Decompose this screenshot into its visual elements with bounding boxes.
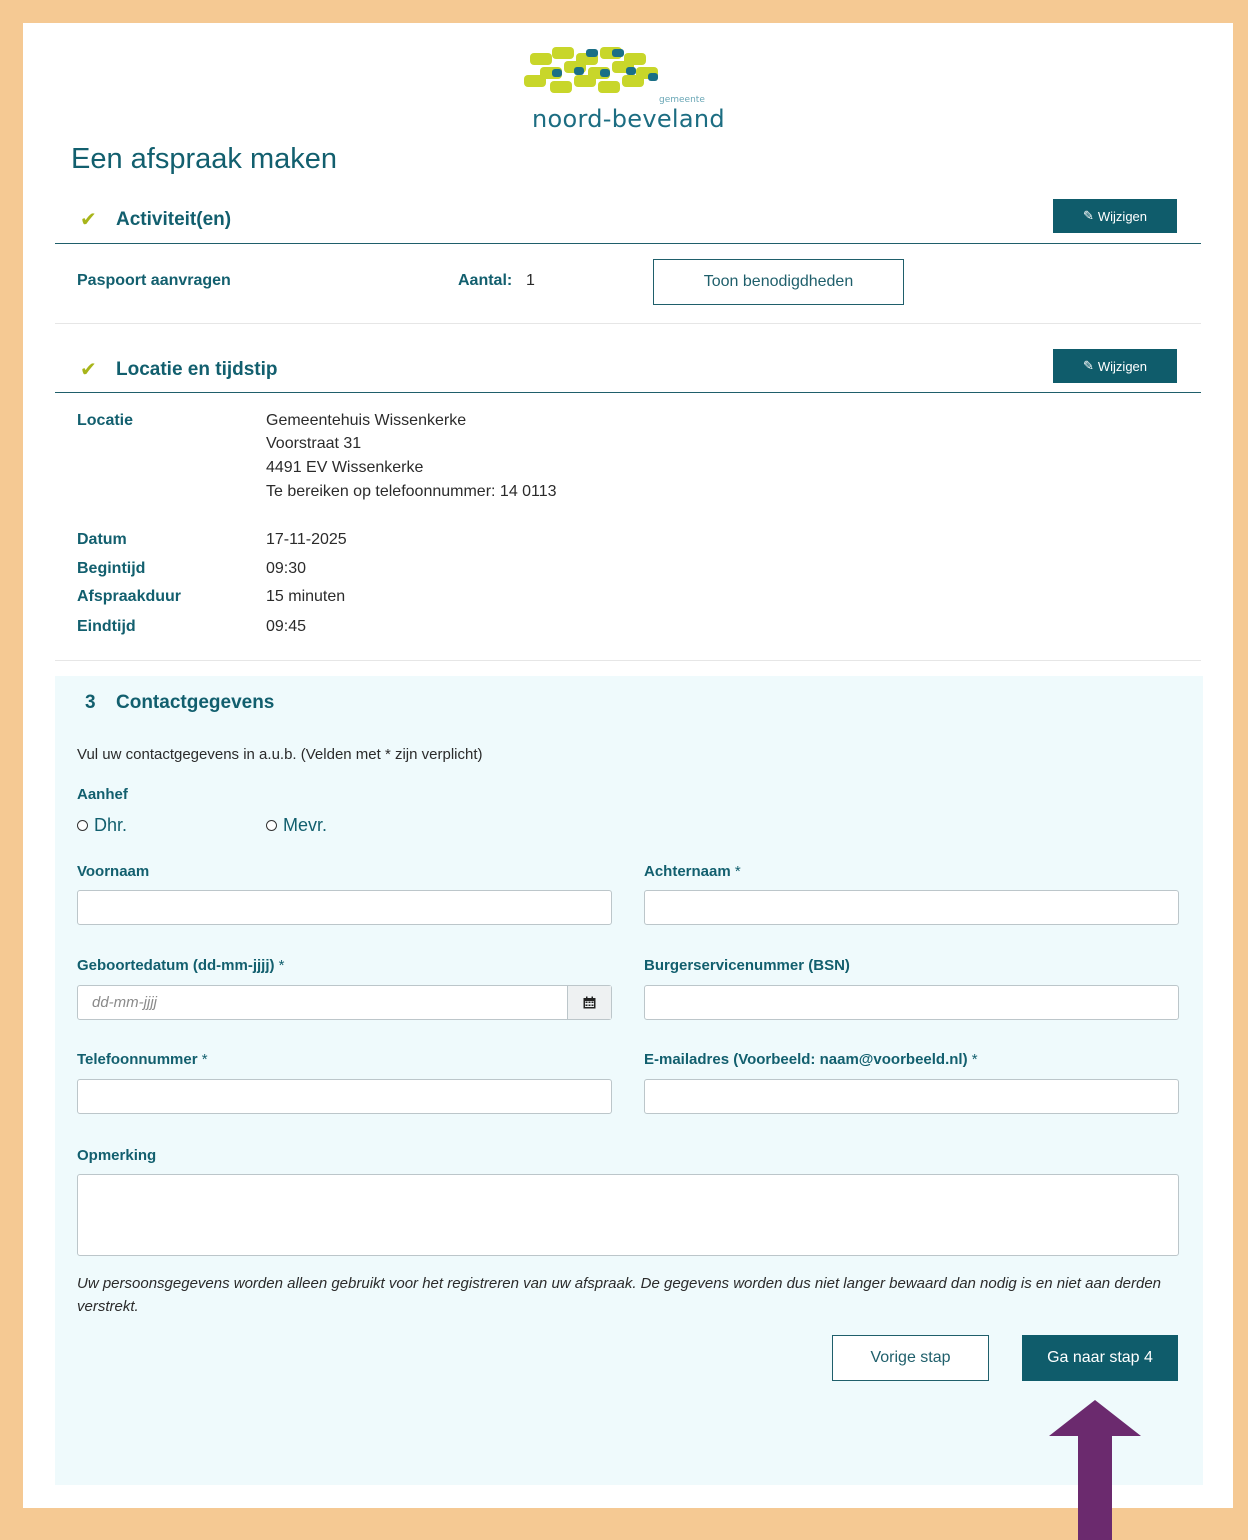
edit-activities-button[interactable]: ✎ Wijzigen [1053, 199, 1177, 233]
radio-icon[interactable] [266, 820, 277, 831]
required-marker: * [274, 957, 285, 974]
pointer-arrow-icon [1049, 1400, 1141, 1540]
remark-textarea[interactable] [78, 1175, 1178, 1255]
phone-input[interactable] [78, 1080, 611, 1113]
first-name-field[interactable] [77, 890, 612, 925]
pencil-icon: ✎ [1082, 358, 1094, 373]
municipality-logo: gemeente noord-beveland [516, 45, 741, 137]
edit-activities-label: Wijzigen [1097, 208, 1148, 224]
logo-small-text: gemeente [659, 95, 705, 105]
edit-location-label: Wijzigen [1097, 358, 1148, 374]
next-step-button[interactable]: Ga naar stap 4 [1022, 1335, 1178, 1381]
last-name-label-text: Achternaam [644, 863, 731, 880]
first-name-input[interactable] [78, 891, 611, 924]
birthdate-input[interactable] [78, 986, 568, 1019]
activities-title: Activiteit(en) [116, 209, 232, 230]
birthdate-label: Geboortedatum (dd-mm-jjjj) * [77, 957, 285, 974]
quantity-value: 1 [526, 272, 535, 289]
logo-wordmark: noord-beveland [532, 105, 725, 133]
last-name-label: Achternaam * [644, 863, 741, 880]
bsn-label: Burgerservicenummer (BSN) [644, 957, 850, 974]
address-line-2: Voorstraat 31 [266, 435, 362, 452]
last-name-field[interactable] [644, 890, 1179, 925]
show-requirements-button[interactable]: Toon benodigdheden [653, 259, 904, 305]
address-line-3: 4491 EV Wissenkerke [266, 459, 424, 476]
email-label: E-mailadres (Voorbeeld: naam@voorbeeld.n… [644, 1051, 978, 1068]
birthdate-field[interactable] [77, 985, 612, 1020]
page-container: gemeente noord-beveland Een afspraak mak… [23, 23, 1233, 1508]
calendar-button[interactable] [567, 986, 611, 1019]
check-icon: ✔ [80, 359, 97, 381]
remark-label: Opmerking [77, 1147, 156, 1164]
location-title: Locatie en tijdstip [116, 359, 278, 380]
product-name: Paspoort aanvragen [77, 272, 231, 289]
quantity-label: Aantal: [458, 272, 513, 289]
page-title: Een afspraak maken [71, 143, 337, 175]
phone-label-text: Telefoonnummer [77, 1051, 198, 1068]
previous-step-button[interactable]: Vorige stap [832, 1335, 989, 1381]
edit-location-button[interactable]: ✎ Wijzigen [1053, 349, 1177, 383]
salutation-option-mevr[interactable]: Mevr. [266, 815, 327, 836]
bsn-field[interactable] [644, 985, 1179, 1020]
bsn-input[interactable] [645, 986, 1178, 1019]
start-time-label: Begintijd [77, 560, 146, 577]
section-divider [55, 660, 1201, 661]
calendar-icon [583, 996, 596, 1009]
contact-section: 3 Contactgegevens Vul uw contactgegevens… [55, 676, 1203, 1485]
duration-value: 15 minuten [266, 588, 346, 605]
start-time-value: 09:30 [266, 560, 307, 577]
birthdate-label-text: Geboortedatum (dd-mm-jjjj) [77, 957, 275, 974]
required-marker: * [730, 863, 741, 880]
email-label-text: E-mailadres (Voorbeeld: naam@voorbeeld.n… [644, 1051, 968, 1068]
last-name-input[interactable] [645, 891, 1178, 924]
location-label: Locatie [77, 412, 134, 429]
end-time-label: Eindtijd [77, 618, 136, 635]
remark-label-text: Opmerking [77, 1147, 157, 1164]
duration-label: Afspraakduur [77, 588, 182, 605]
remark-field[interactable] [77, 1174, 1179, 1256]
step-number: 3 [85, 692, 96, 713]
privacy-notice: Uw persoonsgegevens worden alleen gebrui… [77, 1275, 1162, 1315]
salutation-label: Aanhef [77, 786, 128, 803]
first-name-label-text: Voornaam [77, 863, 150, 880]
address-line-1: Gemeentehuis Wissenkerke [266, 412, 467, 429]
required-marker: * [967, 1051, 978, 1068]
date-value: 17-11-2025 [266, 531, 347, 548]
salutation-option-label: Dhr. [94, 815, 128, 835]
bsn-label-text: Burgerservicenummer (BSN) [644, 957, 850, 974]
activities-section-header: ✔ Activiteit(en) ✎ Wijzigen [55, 199, 1201, 244]
salutation-option-dhr[interactable]: Dhr. [77, 815, 127, 836]
required-marker: * [197, 1051, 208, 1068]
contact-title: Contactgegevens [116, 692, 275, 713]
address-line-4: Te bereiken op telefoonnummer: 14 0113 [266, 483, 557, 500]
section-divider [55, 323, 1201, 324]
first-name-label: Voornaam [77, 863, 149, 880]
check-icon: ✔ [80, 209, 97, 231]
contact-intro: Vul uw contactgegevens in a.u.b. (Velden… [77, 746, 483, 763]
phone-field[interactable] [77, 1079, 612, 1114]
end-time-value: 09:45 [266, 618, 307, 635]
email-field[interactable] [644, 1079, 1179, 1114]
date-label: Datum [77, 531, 127, 548]
radio-icon[interactable] [77, 820, 88, 831]
salutation-option-label: Mevr. [283, 815, 328, 835]
email-input[interactable] [645, 1080, 1178, 1113]
location-section-header: ✔ Locatie en tijdstip ✎ Wijzigen [55, 349, 1201, 393]
pencil-icon: ✎ [1082, 208, 1094, 223]
phone-label: Telefoonnummer * [77, 1051, 208, 1068]
